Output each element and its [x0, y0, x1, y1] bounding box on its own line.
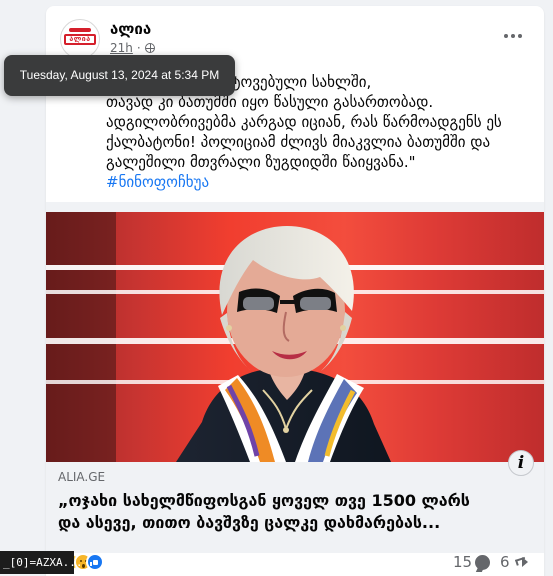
info-icon[interactable]: i — [508, 450, 534, 476]
logo-mark: ალია — [64, 34, 96, 45]
preview-top-gap — [46, 202, 544, 212]
post-time-tooltip: Tuesday, August 13, 2024 at 5:34 PM — [4, 55, 235, 96]
comment-icon — [475, 554, 491, 570]
link-preview-image[interactable] — [46, 202, 544, 462]
share-icon — [514, 555, 529, 570]
post-meta: 21h · — [110, 41, 155, 55]
link-preview-card[interactable]: i ALIA.GE „ოჯახი სახელმწიფოსგან ყოველ თვ… — [46, 202, 544, 554]
more-dot-icon — [504, 34, 508, 38]
hashtag-link[interactable]: #ნინოფოჩხუა — [106, 172, 544, 192]
facebook-post-screen: ალია ალია 21h · მარტო ჰყავდა მიტოვებული … — [0, 0, 553, 576]
page-avatar[interactable]: ალია — [60, 19, 100, 59]
engagement-bar: 15 6 — [46, 553, 544, 576]
post-text-line: ადგილობრივებმა კარგად იციან, რას წარმოად… — [106, 113, 502, 131]
shares-count[interactable]: 6 — [500, 553, 529, 571]
link-title[interactable]: „ოჯახი სახელმწიფოსგან ყოველ თვე 1500 ლარ… — [58, 490, 528, 534]
status-label: _[0]=AZXA... — [0, 551, 82, 574]
globe-icon — [144, 43, 155, 53]
comments-number: 15 — [453, 553, 473, 571]
link-title-line: და ასევე, თითო ბავშვზე ცალკე დახმარებას.… — [58, 513, 441, 532]
studio-left-shadow — [46, 202, 116, 462]
post-time[interactable]: 21h — [110, 41, 133, 55]
like-reaction-icon — [86, 553, 104, 571]
logo-top-bar — [69, 28, 91, 32]
link-title-line: „ოჯახი სახელმწიფოსგან ყოველ თვე 1500 ლარ… — [58, 491, 470, 510]
page-name[interactable]: ალია — [110, 20, 151, 38]
more-options-button[interactable] — [500, 26, 526, 46]
shares-number: 6 — [500, 553, 510, 571]
more-dot-icon — [511, 34, 515, 38]
post-text-line: გალეშილი მთვრალი ზუგდიდში წაიყვანა." — [106, 153, 416, 171]
post-text-line: ქალბატონი! პოლიციამ ძლივს მიაკვლია ბათუმ… — [106, 133, 491, 151]
person-photo — [176, 226, 391, 462]
link-domain[interactable]: ALIA.GE — [58, 470, 105, 484]
comments-count[interactable]: 15 — [453, 553, 491, 571]
meta-separator: · — [136, 41, 141, 55]
more-dot-icon — [518, 34, 522, 38]
